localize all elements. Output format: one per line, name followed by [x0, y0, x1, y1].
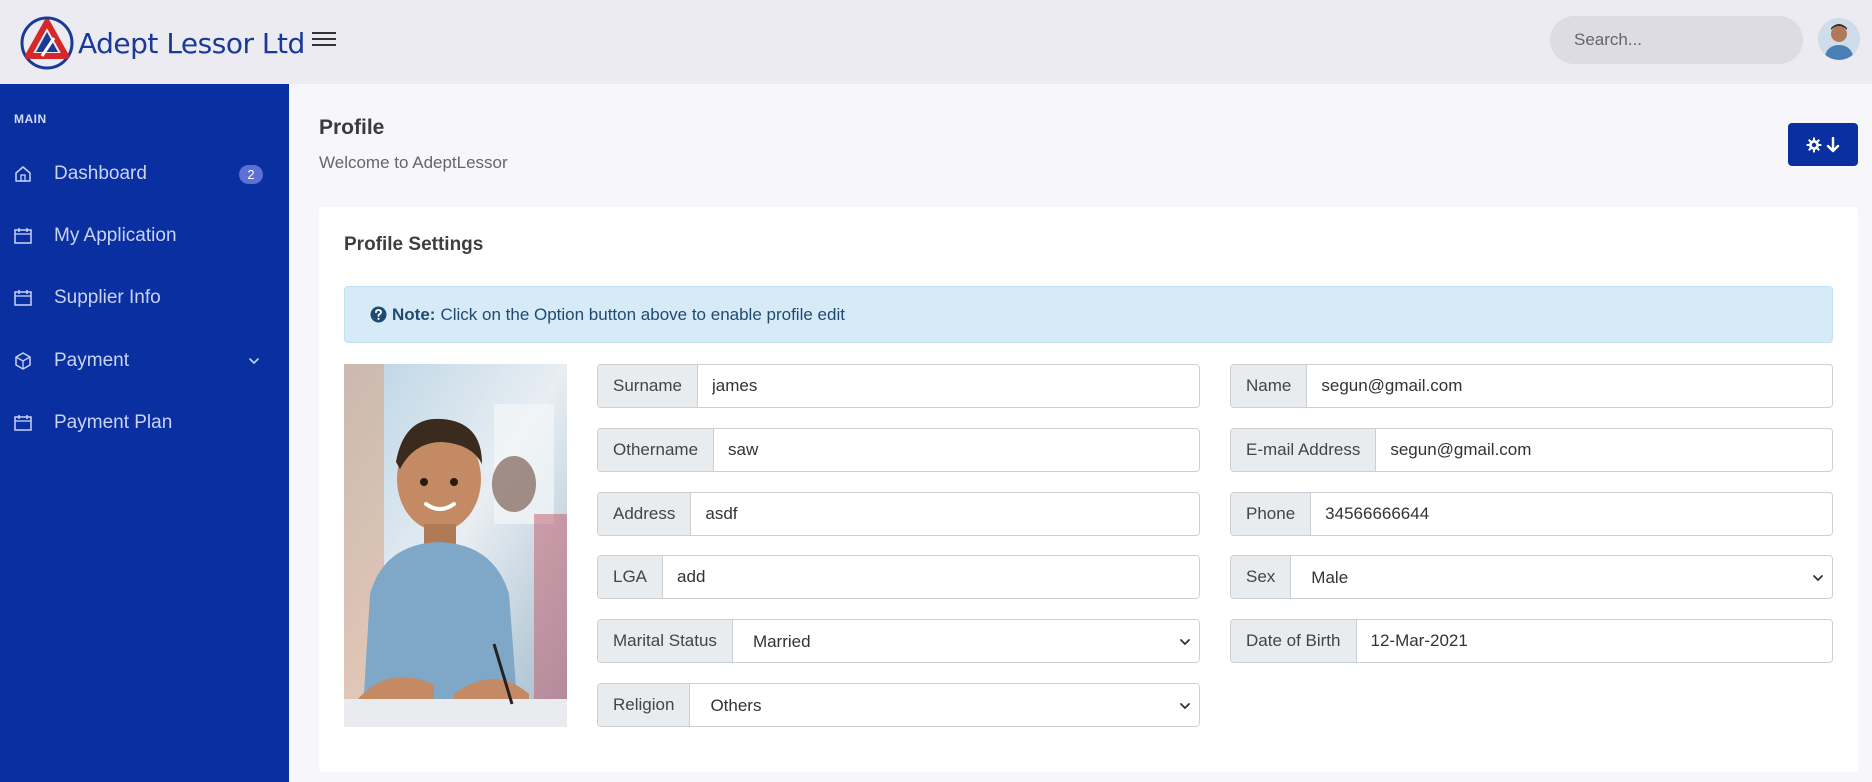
othername-label: Othername [598, 429, 715, 471]
sidebar-section-label: MAIN [14, 112, 47, 126]
menu-toggle-icon[interactable] [312, 28, 336, 52]
sex-field: Sex Male [1230, 555, 1833, 599]
options-button[interactable] [1788, 123, 1858, 166]
sidebar-item-dashboard[interactable]: Dashboard 2 [0, 154, 289, 194]
brand-logo-icon [20, 16, 74, 70]
religion-select[interactable]: Others [690, 684, 1199, 726]
sidebar-item-label: Payment [54, 350, 129, 371]
box-icon [15, 352, 31, 370]
sidebar: MAIN Dashboard 2 My Application Supplier… [0, 84, 289, 782]
marital-status-field: Marital Status Married [597, 619, 1200, 663]
sidebar-item-my-application[interactable]: My Application [0, 216, 289, 256]
surname-input[interactable] [697, 365, 1199, 407]
email-field: E-mail Address [1230, 428, 1833, 472]
phone-label: Phone [1231, 493, 1312, 535]
address-input[interactable] [691, 493, 1199, 535]
name-label: Name [1231, 365, 1308, 407]
sidebar-item-supplier-info[interactable]: Supplier Info [0, 278, 289, 318]
religion-field: Religion Others [597, 683, 1200, 727]
gear-icon [1806, 137, 1822, 152]
search-box [1550, 16, 1803, 64]
lga-field: LGA [597, 555, 1200, 599]
sidebar-item-label: Dashboard [54, 163, 147, 184]
page-title: Profile [319, 116, 385, 139]
calendar-icon [14, 228, 32, 244]
card-title: Profile Settings [344, 234, 484, 255]
calendar-icon [14, 415, 32, 431]
notification-badge: 2 [239, 165, 263, 184]
user-avatar-icon [1818, 18, 1860, 60]
brand[interactable]: Adept Lessor Ltd [20, 15, 305, 71]
religion-label: Religion [598, 684, 691, 726]
marital-status-label: Marital Status [598, 620, 733, 662]
name-input[interactable] [1307, 365, 1832, 407]
profile-photo-image [344, 364, 567, 727]
search-input[interactable] [1574, 30, 1795, 50]
note-text: Click on the Option button above to enab… [440, 304, 845, 324]
chevron-down-icon [249, 358, 259, 365]
sex-label: Sex [1231, 556, 1292, 598]
phone-field: Phone [1230, 492, 1833, 536]
email-label: E-mail Address [1231, 429, 1377, 471]
phone-input[interactable] [1311, 493, 1832, 535]
address-label: Address [598, 493, 692, 535]
info-note: Note: Click on the Option button above t… [344, 286, 1833, 343]
surname-label: Surname [598, 365, 698, 407]
page-subtitle: Welcome to AdeptLessor [319, 153, 508, 172]
lga-input[interactable] [663, 556, 1199, 598]
question-circle-icon [370, 306, 387, 323]
top-header: Adept Lessor Ltd [0, 0, 1872, 84]
sidebar-item-label: Supplier Info [54, 287, 161, 308]
calendar-icon [14, 290, 32, 306]
home-icon [15, 166, 31, 182]
date-of-birth-field: Date of Birth [1230, 619, 1833, 663]
arrow-down-icon [1826, 136, 1840, 152]
sidebar-item-label: Payment Plan [54, 412, 173, 433]
date-of-birth-input[interactable] [1356, 620, 1832, 662]
othername-input[interactable] [714, 429, 1199, 471]
sex-select[interactable]: Male [1291, 556, 1832, 598]
lga-label: LGA [598, 556, 664, 598]
sidebar-item-payment[interactable]: Payment [0, 341, 289, 381]
name-field: Name [1230, 364, 1833, 408]
marital-status-select[interactable]: Married [732, 620, 1199, 662]
surname-field: Surname [597, 364, 1200, 408]
sidebar-item-label: My Application [54, 225, 177, 246]
user-avatar[interactable] [1818, 18, 1860, 60]
note-bold: Note: [392, 304, 436, 324]
date-of-birth-label: Date of Birth [1231, 620, 1357, 662]
sidebar-item-payment-plan[interactable]: Payment Plan [0, 403, 289, 443]
address-field: Address [597, 492, 1200, 536]
brand-name: Adept Lessor Ltd [78, 26, 305, 60]
othername-field: Othername [597, 428, 1200, 472]
profile-photo [344, 364, 567, 727]
email-input[interactable] [1376, 429, 1832, 471]
